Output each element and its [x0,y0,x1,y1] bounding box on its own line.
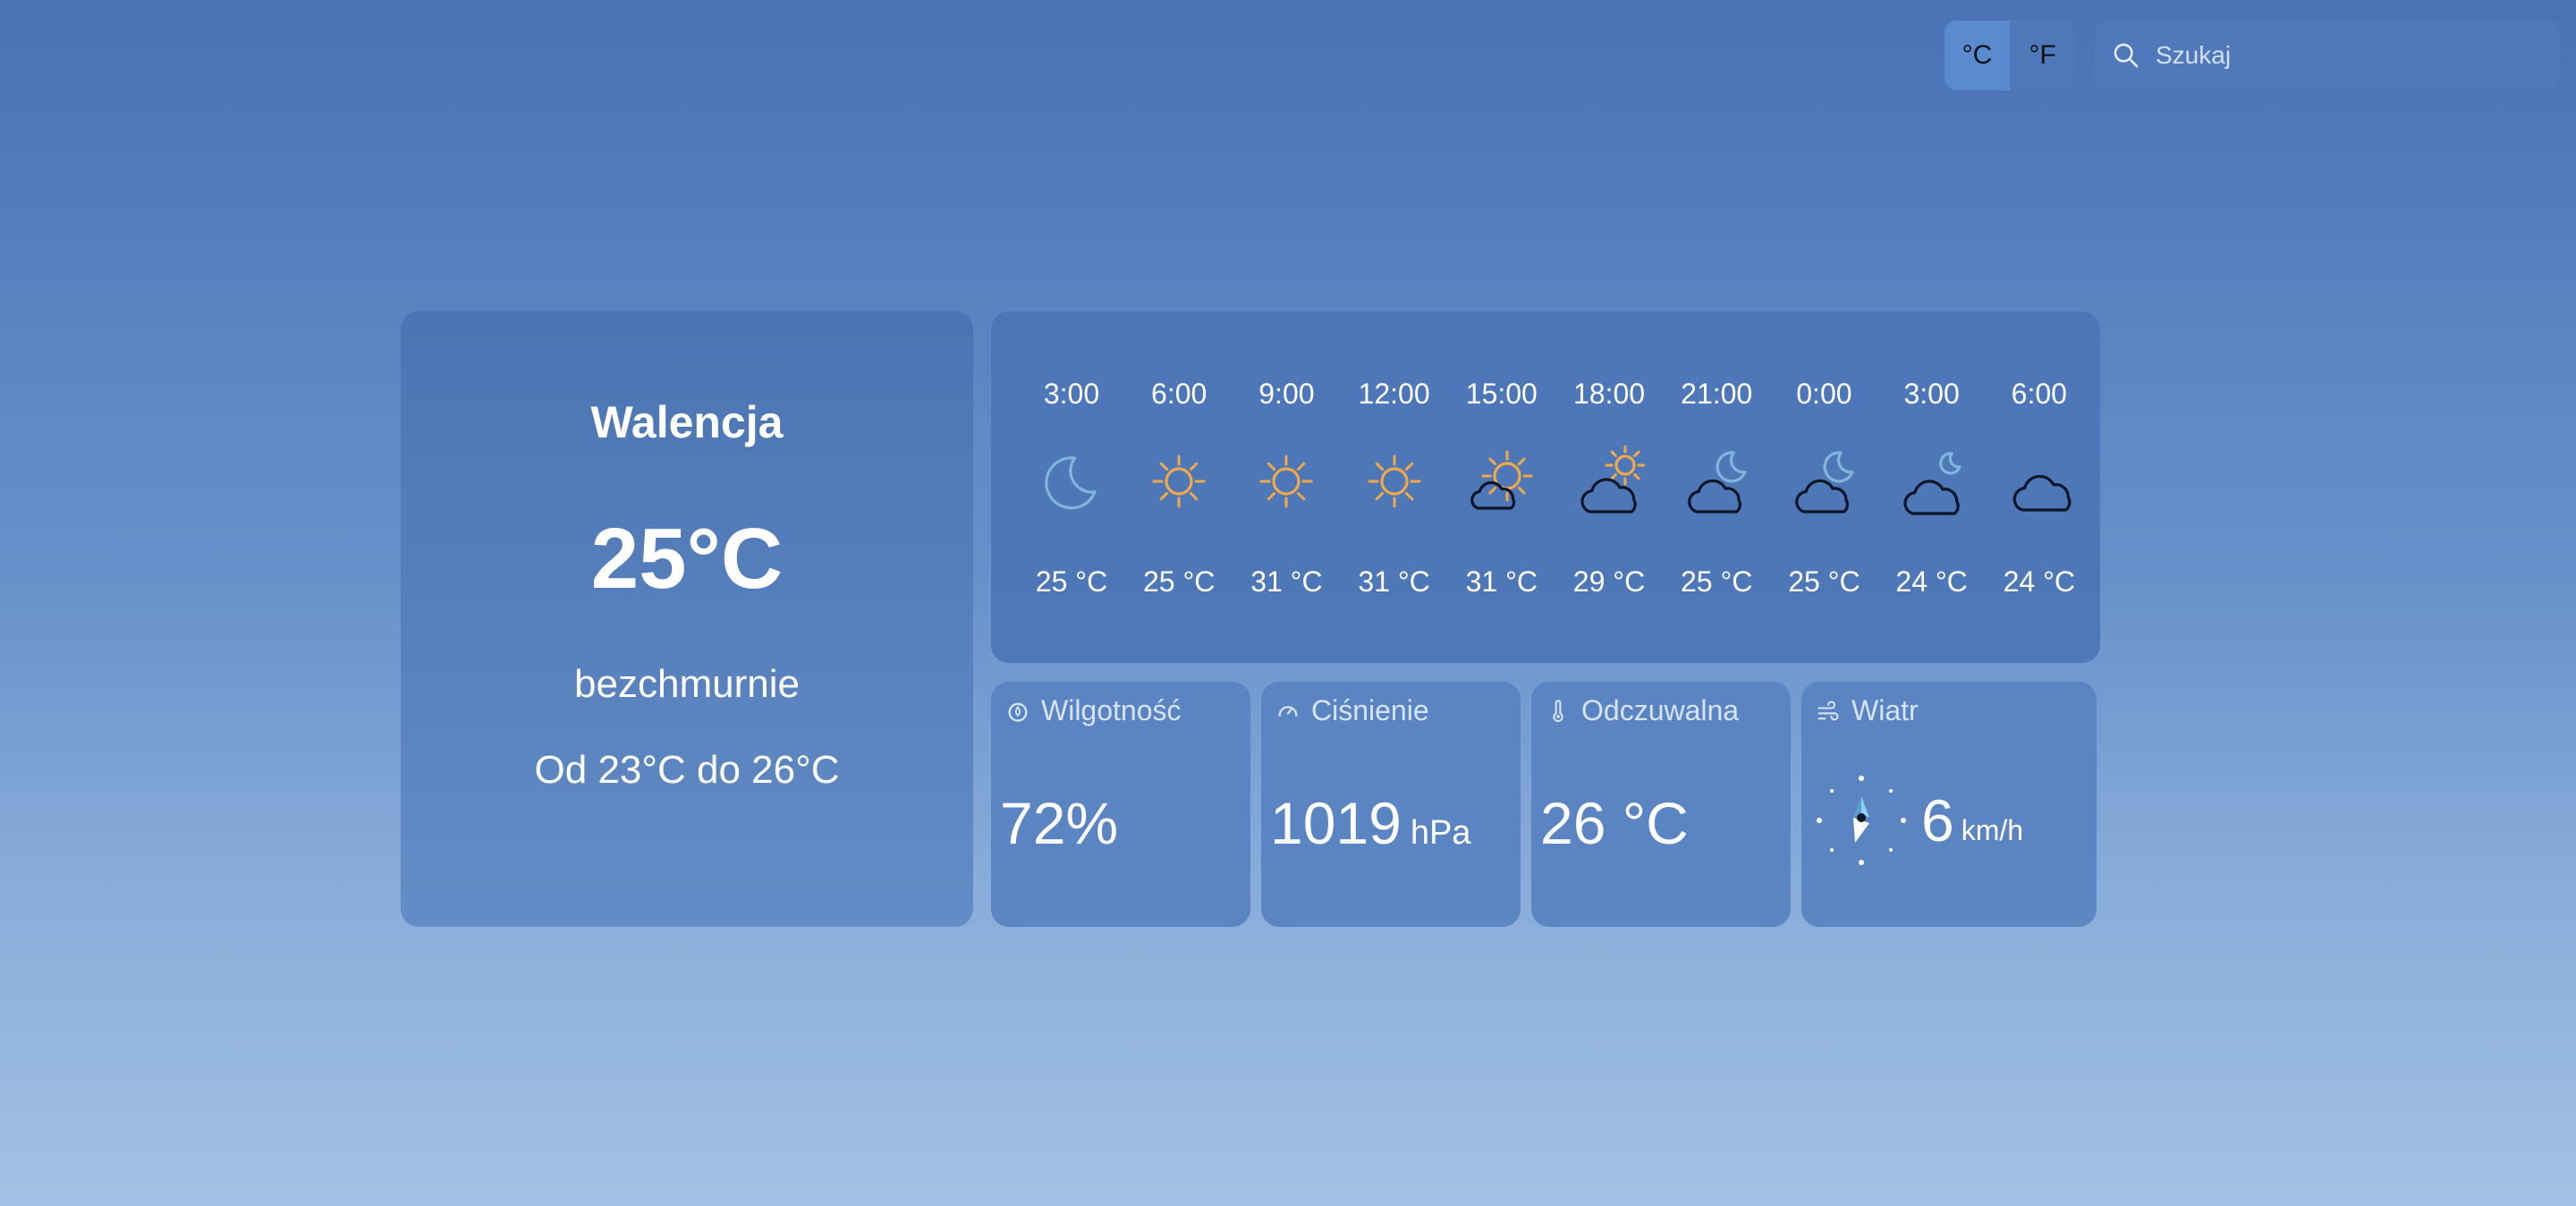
humidity-label-row: Wilgotność [1005,694,1182,727]
wind-label: Wiatr [1852,694,1919,726]
cloud-moon-icon [1795,451,1854,514]
forecast-temp: 25 °C [1142,565,1216,598]
forecast-hour: 12:00 31 °C [1341,311,1448,663]
forecast-time: 9:00 [1258,378,1315,410]
fahrenheit-button[interactable]: °F [2010,21,2075,90]
forecast-temp: 24 °C [2003,565,2075,598]
gauge-icon [1278,705,1298,717]
forecast-hour: 6:00 24 °C [1986,311,2093,663]
feels-like-card: Odczuwalna 26 °C [1531,682,1791,927]
forecast-temp: 25 °C [1788,565,1860,598]
humidity-label: Wilgotność [1041,694,1182,726]
forecast-time: 3:00 [1043,378,1100,410]
wind-card: Wiatr 6 km/h [1801,682,2097,927]
forecast-temp: 31 °C [1250,565,1323,598]
forecast-hour: 6:00 25 °C [1125,311,1233,663]
forecast-hour: 3:00 25 °C [1018,311,1125,663]
wind-icon [1818,700,1839,720]
search-input[interactable] [2154,40,2560,71]
pressure-value-row: 1019 hPa [1270,789,1470,857]
humidity-card: Wilgotność 72% [991,682,1250,927]
moon-icon [1045,456,1097,510]
pressure-label: Ciśnienie [1311,694,1429,726]
pressure-value: 1019 [1270,790,1402,856]
feels-like-value: 26 °C [1540,790,1689,856]
forecast-time: 15:00 [1465,378,1538,410]
temperature-range: Od 23°C do 26°C [534,748,840,792]
weather-condition: bezchmurnie [574,662,800,706]
hourly-forecast-card: 3:00 25 °C 6:00 25 °C 9:00 31 °C 12:00 31 °C 15:… [991,311,2100,663]
humidity-icon [1008,702,1028,722]
forecast-time: 6:00 [1151,378,1208,410]
thermometer-icon [1553,699,1563,722]
feels-like-label: Odczuwalna [1581,694,1740,726]
forecast-temp: 25 °C [1680,565,1753,598]
pressure-card: Ciśnienie 1019 hPa [1261,682,1521,927]
forecast-hour: 21:00 25 °C [1663,311,1770,663]
pressure-unit: hPa [1410,814,1471,852]
forecast-temp: 24 °C [1895,565,1968,598]
sun-icon [1368,454,1421,508]
search-bar [2095,21,2560,90]
wind-readout: 6 km/h [1812,771,2023,870]
current-temperature: 25°C [590,511,784,607]
search-icon[interactable] [2111,40,2141,71]
feels-like-label-row: Odczuwalna [1546,694,1739,727]
unit-toggle: °C °F [1945,21,2075,90]
sun-icon [1152,454,1206,508]
forecast-temp: 29 °C [1572,565,1646,598]
forecast-hour: 15:00 31 °C [1448,311,1555,663]
forecast-time: 3:00 [1903,378,1960,410]
forecast-hour: 18:00 29 °C [1555,311,1663,663]
wind-label-row: Wiatr [1816,694,1919,727]
forecast-time: 12:00 [1358,378,1430,410]
pressure-label-row: Ciśnienie [1275,694,1429,727]
forecast-hour: 3:00 24 °C [1878,311,1986,663]
forecast-temp: 31 °C [1465,565,1538,598]
compass-icon [1817,776,1906,865]
current-weather-card: Walencja 25°C bezchmurnie Od 23°C do 26°… [401,311,973,927]
forecast-time: 0:00 [1796,378,1852,410]
forecast-time: 6:00 [2011,378,2067,410]
cloud-sun-icon [1580,446,1645,514]
forecast-temp: 31 °C [1358,565,1430,598]
wind-speed-value: 6 [1921,787,1954,854]
cloud-icon [2012,474,2072,512]
cloud-small-moon-icon [1903,452,1962,515]
cloud-moon-icon [1688,451,1747,514]
hourly-forecast-list: 3:00 25 °C 6:00 25 °C 9:00 31 °C 12:00 31 °C 15:… [991,311,2100,663]
forecast-hour: 0:00 25 °C [1770,311,1877,663]
forecast-time: 18:00 [1572,378,1646,410]
wind-speed-unit: km/h [1961,813,2024,846]
forecast-hour: 9:00 31 °C [1233,311,1340,663]
city-name: Walencja [590,397,784,447]
forecast-time: 21:00 [1681,378,1753,410]
humidity-value: 72% [1000,790,1119,856]
celsius-button[interactable]: °C [1945,21,2010,90]
sun-icon [1259,454,1313,508]
sun-small-cloud-icon [1470,450,1533,510]
forecast-temp: 25 °C [1035,565,1108,598]
